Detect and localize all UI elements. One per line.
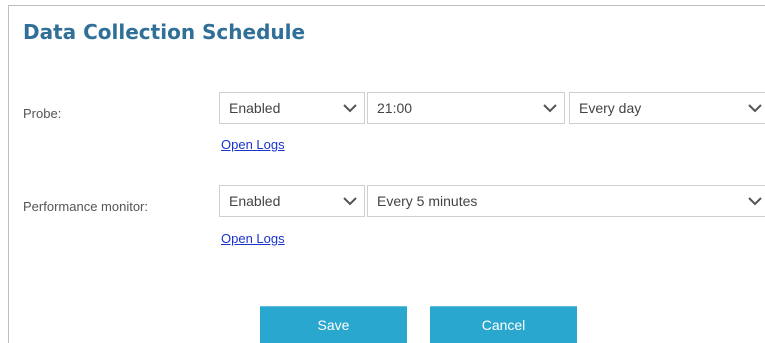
probe-label: Probe: [23,106,62,121]
chevron-down-icon [536,93,564,123]
chevron-down-icon [336,93,364,123]
probe-open-logs-link[interactable]: Open Logs [221,137,285,152]
cancel-button[interactable]: Cancel [430,306,577,343]
chevron-down-icon [743,186,765,216]
chevron-down-icon [336,186,364,216]
performance-monitor-label: Performance monitor: [23,199,148,214]
performance-open-logs-link[interactable]: Open Logs [221,231,285,246]
performance-status-select[interactable]: Enabled [219,185,365,217]
page-title: Data Collection Schedule [23,20,306,44]
performance-interval-select[interactable]: Every 5 minutes [367,185,765,217]
save-button[interactable]: Save [260,306,407,343]
probe-status-select[interactable]: Enabled [219,92,365,124]
schedule-panel: Data Collection Schedule Probe: Enabled … [8,5,765,343]
chevron-down-icon [743,93,765,123]
performance-status-value: Enabled [229,193,281,209]
probe-time-value: 21:00 [377,100,413,116]
probe-frequency-select[interactable]: Every day [569,92,765,124]
performance-interval-value: Every 5 minutes [377,193,478,209]
probe-status-value: Enabled [229,100,281,116]
probe-time-select[interactable]: 21:00 [367,92,565,124]
probe-frequency-value: Every day [579,100,642,116]
